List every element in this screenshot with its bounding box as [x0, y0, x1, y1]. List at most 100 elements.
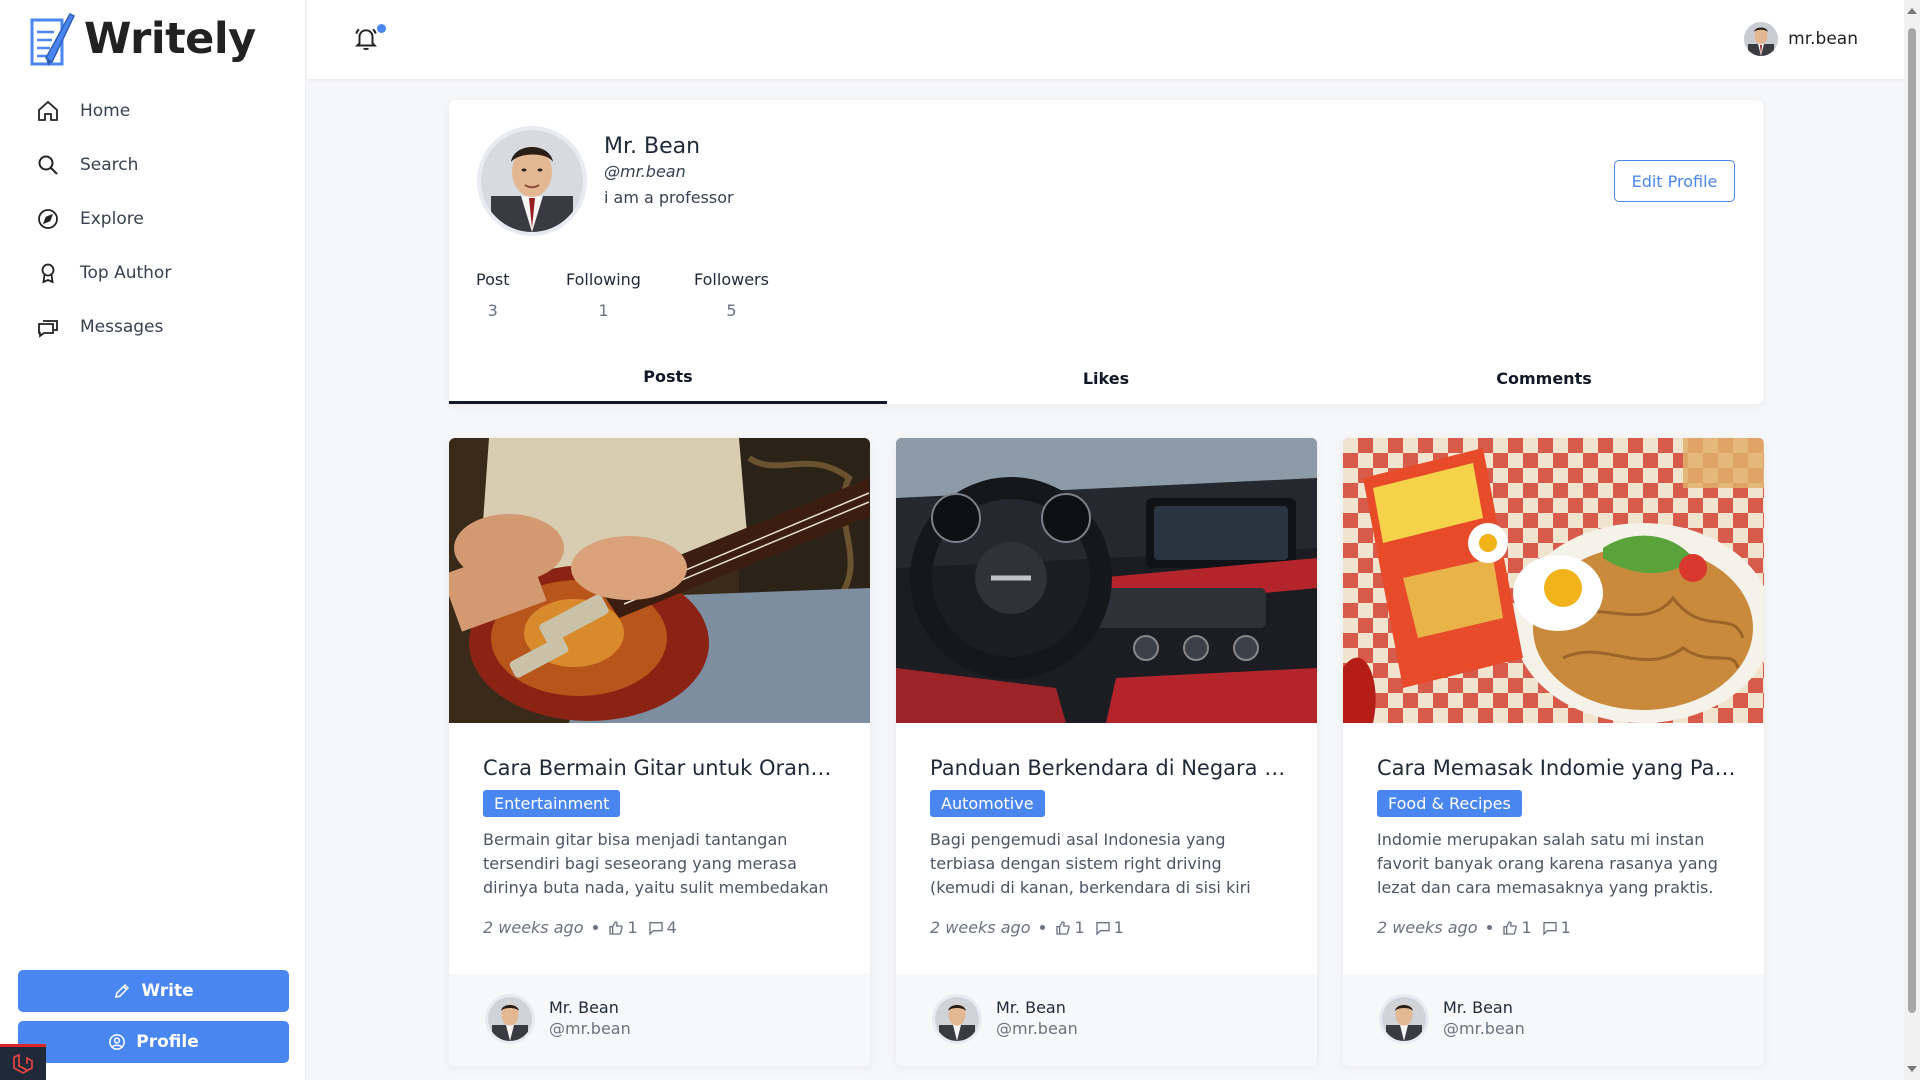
- comment-icon: [1543, 921, 1557, 936]
- post-image[interactable]: [1343, 438, 1764, 723]
- app-logo[interactable]: Writely: [26, 10, 256, 68]
- post-excerpt: Indomie merupakan salah satu mi instan f…: [1377, 830, 1718, 897]
- stat-following[interactable]: Following 1: [566, 270, 641, 320]
- post-excerpt: Bermain gitar bisa menjadi tantangan ter…: [483, 830, 829, 897]
- scroll-down-arrow-icon[interactable]: [1907, 1066, 1917, 1072]
- write-button-label: Write: [141, 981, 194, 1001]
- comment-icon: [649, 921, 663, 936]
- logo-quill-icon: [30, 13, 75, 66]
- separator-dot: [1040, 925, 1046, 930]
- scroll-thumb[interactable]: [1908, 28, 1916, 1013]
- author-avatar: [932, 994, 982, 1044]
- tab-likes[interactable]: Likes: [887, 352, 1325, 404]
- sidebar-item-home[interactable]: Home: [36, 84, 171, 138]
- post-image[interactable]: [449, 438, 870, 723]
- comment-count[interactable]: 1: [1542, 918, 1571, 937]
- author-avatar: [485, 994, 535, 1044]
- stat-posts[interactable]: Post 3: [476, 270, 509, 320]
- category-tag[interactable]: Food & Recipes: [1377, 790, 1522, 817]
- scroll-up-arrow-icon[interactable]: [1907, 8, 1917, 14]
- post-title[interactable]: Cara Memasak Indomie yang Palin...: [1377, 756, 1737, 780]
- tab-comments[interactable]: Comments: [1325, 352, 1763, 404]
- post-time: 2 weeks ago: [1377, 918, 1478, 937]
- bell-icon[interactable]: [353, 26, 379, 52]
- category-tag[interactable]: Entertainment: [483, 790, 621, 817]
- messages-icon: [38, 320, 58, 338]
- stat-value: 3: [487, 301, 498, 320]
- category-tag[interactable]: Automotive: [930, 790, 1045, 817]
- comment-count-value: 1: [1113, 918, 1124, 937]
- post-time: 2 weeks ago: [483, 918, 584, 937]
- post-author[interactable]: Mr. Bean @mr.bean: [1343, 974, 1764, 1066]
- indomie-photo: [1343, 438, 1764, 723]
- user-menu[interactable]: mr.bean: [1744, 22, 1858, 56]
- profile-name: Mr. Bean: [604, 134, 701, 159]
- stat-followers[interactable]: Followers 5: [694, 270, 769, 320]
- author-handle: @mr.bean: [996, 1019, 1078, 1038]
- scrollbar[interactable]: [1904, 0, 1920, 1080]
- profile-button-label: Profile: [136, 1032, 199, 1052]
- profile-avatar: [477, 126, 587, 236]
- like-count[interactable]: 1: [1055, 918, 1085, 937]
- username: mr.bean: [1788, 29, 1858, 49]
- author-handle: @mr.bean: [1443, 1019, 1525, 1038]
- thumbs-up-icon: [1503, 920, 1518, 935]
- compass-icon: [38, 209, 58, 229]
- post-image[interactable]: [896, 438, 1317, 723]
- debug-badge[interactable]: [0, 1044, 46, 1080]
- sidebar-item-search[interactable]: Search: [36, 138, 171, 192]
- app-name: Writely: [84, 14, 256, 64]
- post-meta: 2 weeks ago 1 1: [1377, 918, 1571, 937]
- author-photo: [488, 997, 532, 1041]
- profile-bio: i am a professor: [604, 188, 734, 207]
- post-title[interactable]: Panduan Berkendara di Negara Le...: [930, 756, 1290, 780]
- edit-profile-button[interactable]: Edit Profile: [1614, 160, 1735, 202]
- sidebar-item-label: Search: [80, 155, 139, 175]
- profile-handle: @mr.bean: [604, 162, 686, 181]
- post-card[interactable]: Cara Memasak Indomie yang Palin... Food …: [1343, 438, 1764, 1066]
- sidebar-item-messages[interactable]: Messages: [36, 300, 171, 354]
- user-circle-icon: [109, 1034, 126, 1050]
- comment-count[interactable]: 1: [1095, 918, 1124, 937]
- like-count[interactable]: 1: [1502, 918, 1532, 937]
- like-count[interactable]: 1: [608, 918, 638, 937]
- stat-label: Following: [566, 270, 641, 289]
- post-card[interactable]: Panduan Berkendara di Negara Le... Autom…: [896, 438, 1317, 1066]
- sidebar-item-top-author[interactable]: Top Author: [36, 246, 171, 300]
- post-meta: 2 weeks ago 1 4: [483, 918, 677, 937]
- award-icon: [41, 263, 55, 284]
- sidebar-item-label: Home: [80, 101, 131, 121]
- profile-button[interactable]: Profile: [18, 1021, 289, 1063]
- author-photo: [1382, 997, 1426, 1041]
- author-avatar: [1379, 994, 1429, 1044]
- sidebar-item-label: Explore: [80, 209, 144, 229]
- sidebar-item-label: Messages: [80, 317, 164, 337]
- author-photo: [935, 997, 979, 1041]
- profile-photo: [481, 130, 583, 232]
- top-bar: mr.bean: [307, 0, 1904, 80]
- thumbs-up-icon: [609, 920, 624, 935]
- author-name: Mr. Bean: [1443, 998, 1513, 1017]
- comment-count-value: 1: [1560, 918, 1571, 937]
- tab-posts[interactable]: Posts: [449, 352, 887, 404]
- car-interior-photo: [896, 438, 1317, 723]
- sidebar: Writely Home Search Explore Top Author M…: [0, 0, 306, 1080]
- stat-value: 1: [598, 301, 609, 320]
- separator-dot: [593, 925, 599, 930]
- like-count-value: 1: [627, 918, 638, 937]
- post-title[interactable]: Cara Bermain Gitar untuk Orang...: [483, 756, 843, 780]
- post-meta: 2 weeks ago 1 1: [930, 918, 1124, 937]
- profile-card: Mr. Bean @mr.bean i am a professor Edit …: [449, 100, 1763, 404]
- post-author[interactable]: Mr. Bean @mr.bean: [896, 974, 1317, 1066]
- post-card[interactable]: Cara Bermain Gitar untuk Orang... Entert…: [449, 438, 870, 1066]
- post-author[interactable]: Mr. Bean @mr.bean: [449, 974, 870, 1066]
- write-button[interactable]: Write: [18, 970, 289, 1012]
- comment-icon: [1096, 921, 1110, 936]
- guitar-photo: [449, 438, 870, 723]
- home-icon: [38, 100, 58, 121]
- sidebar-item-explore[interactable]: Explore: [36, 192, 171, 246]
- author-name: Mr. Bean: [549, 998, 619, 1017]
- search-icon: [38, 155, 58, 175]
- stat-label: Followers: [694, 270, 769, 289]
- comment-count[interactable]: 4: [648, 918, 677, 937]
